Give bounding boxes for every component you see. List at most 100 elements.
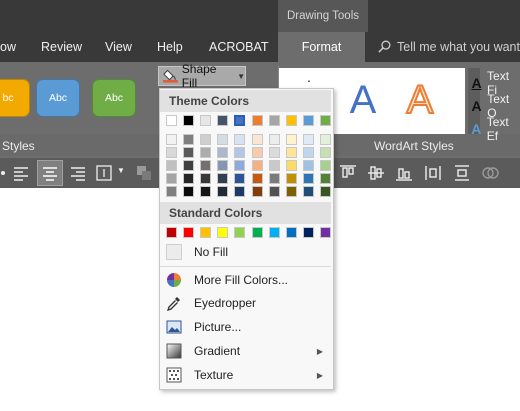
theme-shade-swatch[interactable] (285, 147, 297, 158)
align-bottom-icon[interactable] (394, 163, 414, 183)
texture-item[interactable]: Texture ▶ (160, 363, 331, 387)
theme-shade-swatch[interactable] (217, 134, 229, 145)
theme-shade-swatch[interactable] (251, 160, 263, 171)
wordart-style-orange-outline[interactable]: A (393, 72, 447, 128)
group-objects-icon[interactable] (480, 163, 500, 183)
theme-shade-swatch[interactable] (251, 173, 263, 184)
theme-shade-swatch[interactable] (268, 186, 280, 197)
theme-shade-swatch[interactable] (234, 173, 246, 184)
theme-shade-swatch[interactable] (183, 160, 195, 171)
theme-shade-swatch[interactable] (166, 147, 177, 158)
theme-shade-swatch[interactable] (200, 147, 212, 158)
theme-shade-swatch[interactable] (234, 134, 246, 145)
theme-shade-swatch[interactable] (217, 173, 229, 184)
theme-shade-swatch[interactable] (166, 160, 177, 171)
theme-shade-swatch[interactable] (200, 160, 212, 171)
theme-color-swatch[interactable] (200, 115, 212, 126)
theme-shade-swatch[interactable] (234, 160, 246, 171)
align-middle-icon[interactable] (366, 163, 386, 183)
theme-shade-swatch[interactable] (319, 186, 331, 197)
theme-shade-swatch[interactable] (268, 134, 280, 145)
theme-shade-swatch[interactable] (217, 147, 229, 158)
standard-color-swatch[interactable] (285, 227, 297, 238)
theme-shade-swatch[interactable] (302, 173, 314, 184)
shape-style-green[interactable]: Abc (92, 79, 136, 117)
no-fill-item[interactable]: No Fill (160, 240, 331, 264)
theme-color-swatch[interactable] (251, 115, 263, 126)
theme-color-swatch[interactable] (285, 115, 297, 126)
theme-shade-swatch[interactable] (183, 134, 195, 145)
theme-shade-swatch[interactable] (285, 160, 297, 171)
wordart-style-blue[interactable]: A (336, 72, 390, 128)
standard-color-swatch[interactable] (268, 227, 280, 238)
theme-shade-swatch[interactable] (217, 186, 229, 197)
distribute-horizontal-icon[interactable] (423, 163, 443, 183)
tab-view-partial[interactable]: ow (0, 32, 16, 62)
theme-shade-swatch[interactable] (319, 147, 331, 158)
theme-shade-swatch[interactable] (200, 173, 212, 184)
tell-me-search[interactable]: Tell me what you want (378, 32, 520, 62)
theme-shade-swatch[interactable] (183, 173, 195, 184)
standard-color-swatch[interactable] (166, 227, 177, 238)
theme-shade-swatch[interactable] (285, 134, 297, 145)
bring-forward-icon[interactable] (134, 163, 154, 183)
theme-shade-swatch[interactable] (200, 134, 212, 145)
theme-shade-swatch[interactable] (166, 186, 177, 197)
tab-acrobat[interactable]: ACROBAT (209, 32, 269, 62)
standard-color-swatch[interactable] (319, 227, 331, 238)
theme-shade-swatch[interactable] (183, 186, 195, 197)
theme-color-swatch[interactable] (234, 115, 246, 126)
theme-color-swatch[interactable] (217, 115, 229, 126)
theme-shade-swatch[interactable] (200, 186, 212, 197)
theme-shade-swatch[interactable] (251, 147, 263, 158)
theme-shade-swatch[interactable] (183, 147, 195, 158)
align-center-icon[interactable] (40, 163, 60, 183)
chevron-down-icon[interactable]: ▼ (117, 166, 125, 175)
standard-color-swatch[interactable] (234, 227, 246, 238)
theme-shade-swatch[interactable] (302, 134, 314, 145)
tab-help[interactable]: Help (157, 32, 183, 62)
standard-color-swatch[interactable] (302, 227, 314, 238)
tab-review[interactable]: Review (41, 32, 82, 62)
theme-shade-swatch[interactable] (268, 160, 280, 171)
theme-shade-swatch[interactable] (234, 147, 246, 158)
align-right-icon[interactable] (68, 163, 88, 183)
theme-shade-swatch[interactable] (268, 173, 280, 184)
eyedropper-item[interactable]: Eyedropper (160, 291, 331, 315)
shape-style-orange[interactable]: bc (0, 79, 30, 117)
vertical-align-icon[interactable] (95, 163, 115, 183)
gradient-item[interactable]: Gradient ▶ (160, 339, 331, 363)
theme-shade-swatch[interactable] (302, 186, 314, 197)
theme-shade-swatch[interactable] (251, 186, 263, 197)
shape-style-blue[interactable]: Abc (36, 79, 80, 117)
theme-shade-swatch[interactable] (234, 186, 246, 197)
align-left-icon[interactable] (12, 163, 32, 183)
theme-shade-swatch[interactable] (285, 173, 297, 184)
theme-shade-swatch[interactable] (319, 173, 331, 184)
theme-color-swatch[interactable] (183, 115, 195, 126)
theme-shade-swatch[interactable] (166, 134, 177, 145)
shape-fill-button[interactable]: Shape Fill ▼ (158, 62, 246, 90)
standard-color-swatch[interactable] (200, 227, 212, 238)
theme-shade-swatch[interactable] (319, 134, 331, 145)
distribute-vertical-icon[interactable] (452, 163, 472, 183)
tab-format[interactable]: Format (278, 32, 365, 62)
theme-shade-swatch[interactable] (268, 147, 280, 158)
theme-shade-swatch[interactable] (251, 134, 263, 145)
align-top-icon[interactable] (338, 163, 358, 183)
tab-view[interactable]: View (105, 32, 132, 62)
theme-shade-swatch[interactable] (302, 160, 314, 171)
theme-color-swatch[interactable] (302, 115, 314, 126)
theme-color-swatch[interactable] (319, 115, 331, 126)
standard-color-swatch[interactable] (183, 227, 195, 238)
standard-color-swatch[interactable] (251, 227, 263, 238)
more-fill-colors-item[interactable]: More Fill Colors... (160, 268, 331, 292)
theme-shade-swatch[interactable] (166, 173, 177, 184)
theme-color-swatch[interactable] (268, 115, 280, 126)
picture-item[interactable]: Picture... (160, 315, 331, 339)
theme-color-swatch[interactable] (166, 115, 177, 126)
theme-shade-swatch[interactable] (285, 186, 297, 197)
standard-color-swatch[interactable] (217, 227, 229, 238)
theme-shade-swatch[interactable] (217, 160, 229, 171)
theme-shade-swatch[interactable] (319, 160, 331, 171)
